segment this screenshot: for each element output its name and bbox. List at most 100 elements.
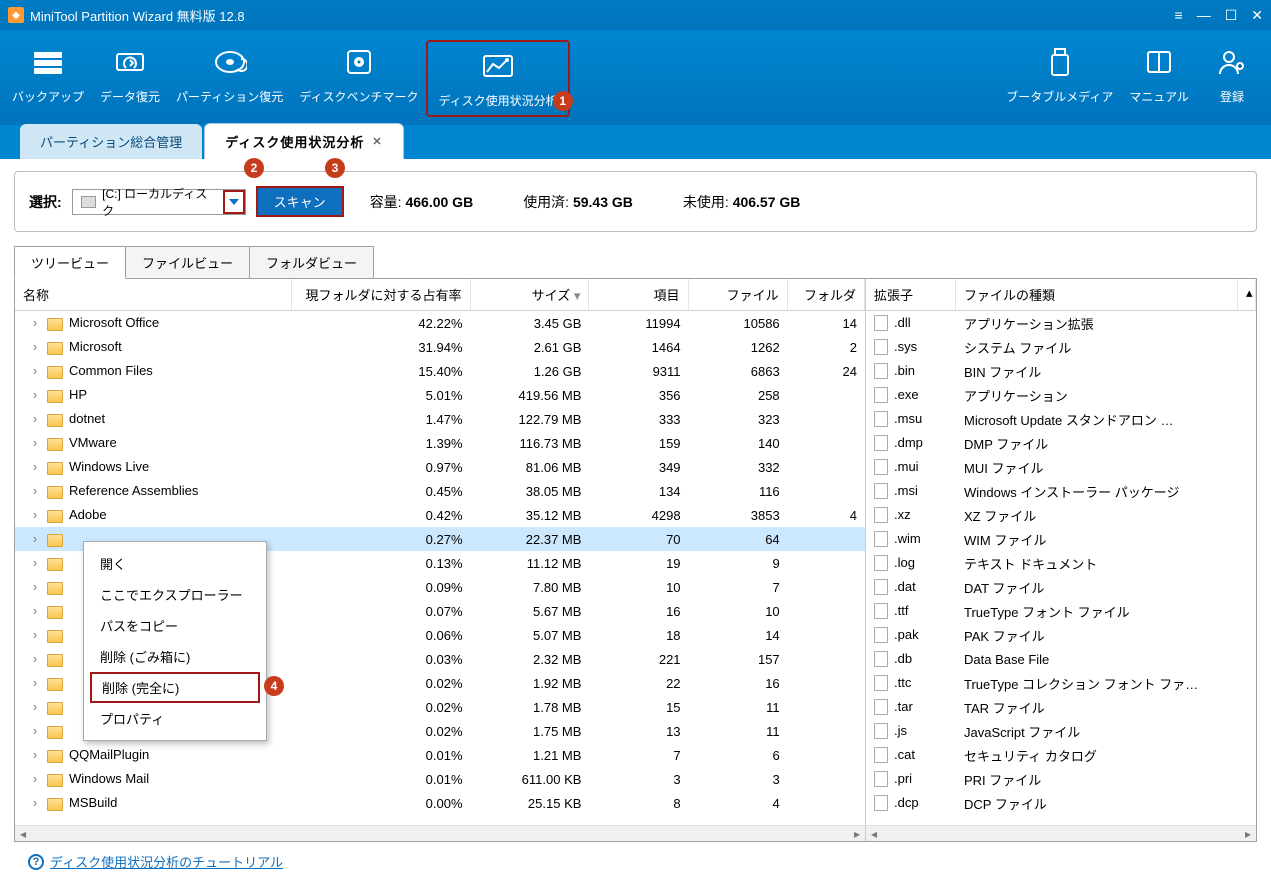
- context-menu-item[interactable]: ここでエクスプローラー: [84, 579, 266, 610]
- expand-icon[interactable]: ›: [23, 699, 47, 714]
- ext-row[interactable]: .xzXZ ファイル: [866, 503, 1256, 527]
- tab-space-analyzer[interactable]: ディスク使用状況分析 ✕: [204, 123, 403, 159]
- col-folders[interactable]: フォルダ: [788, 279, 865, 310]
- ext-scroll-up-icon[interactable]: ▴: [1238, 279, 1256, 310]
- ext-row[interactable]: .pakPAK ファイル: [866, 623, 1256, 647]
- partition-recovery-button[interactable]: パーティション復元: [168, 40, 291, 117]
- view-tab-file[interactable]: ファイルビュー: [125, 246, 250, 279]
- data-recovery-button[interactable]: データ復元: [92, 40, 168, 117]
- tree-hscrollbar[interactable]: ◂ ▸: [15, 825, 865, 841]
- benchmark-button[interactable]: ディスクベンチマーク: [291, 40, 426, 117]
- tree-row[interactable]: ›Adobe0.42%35.12 MB429838534: [15, 503, 865, 527]
- expand-icon[interactable]: ›: [23, 555, 47, 570]
- expand-icon[interactable]: ›: [23, 723, 47, 738]
- ext-row[interactable]: .exeアプリケーション: [866, 383, 1256, 407]
- expand-icon[interactable]: ›: [23, 603, 47, 618]
- tree-row[interactable]: ›MSBuild0.00%25.15 KB84: [15, 791, 865, 815]
- expand-icon[interactable]: ›: [23, 627, 47, 642]
- expand-icon[interactable]: ›: [23, 339, 47, 354]
- tree-row[interactable]: ›Microsoft31.94%2.61 GB146412622: [15, 335, 865, 359]
- ext-row[interactable]: .datDAT ファイル: [866, 575, 1256, 599]
- tree-row[interactable]: ›Reference Assemblies0.45%38.05 MB134116: [15, 479, 865, 503]
- tree-row[interactable]: ›Windows Mail0.01%611.00 KB33: [15, 767, 865, 791]
- context-menu-item[interactable]: パスをコピー: [84, 610, 266, 641]
- tree-row[interactable]: ›dotnet1.47%122.79 MB333323: [15, 407, 865, 431]
- ext-row[interactable]: .tarTAR ファイル: [866, 695, 1256, 719]
- expand-icon[interactable]: ›: [23, 411, 47, 426]
- tree-row[interactable]: ›Windows Live0.97%81.06 MB349332: [15, 455, 865, 479]
- space-analyzer-button[interactable]: ディスク使用状況分析 1: [426, 40, 569, 117]
- manual-button[interactable]: マニュアル: [1121, 40, 1197, 117]
- ext-row[interactable]: .catセキュリティ カタログ: [866, 743, 1256, 767]
- tree-body[interactable]: ›Microsoft Office42.22%3.45 GB1199410586…: [15, 311, 865, 825]
- expand-icon[interactable]: ›: [23, 747, 47, 762]
- ext-body[interactable]: .dllアプリケーション拡張.sysシステム ファイル.binBIN ファイル.…: [866, 311, 1256, 825]
- col-percent[interactable]: 現フォルダに対する占有率: [292, 279, 470, 310]
- tree-row[interactable]: ›HP5.01%419.56 MB356258: [15, 383, 865, 407]
- ext-row[interactable]: .msiWindows インストーラー パッケージ: [866, 479, 1256, 503]
- ext-row[interactable]: .ttfTrueType フォント ファイル: [866, 599, 1256, 623]
- expand-icon[interactable]: ›: [23, 387, 47, 402]
- scroll-left-icon[interactable]: ◂: [15, 826, 31, 841]
- context-menu-item[interactable]: 開く: [84, 548, 266, 579]
- ext-row[interactable]: .logテキスト ドキュメント: [866, 551, 1256, 575]
- tree-row[interactable]: ›Microsoft Office42.22%3.45 GB1199410586…: [15, 311, 865, 335]
- expand-icon[interactable]: ›: [23, 795, 47, 810]
- ext-row[interactable]: .dbData Base File: [866, 647, 1256, 671]
- col-size[interactable]: サイズ ▾: [471, 279, 590, 310]
- ext-hscrollbar[interactable]: ◂ ▸: [866, 825, 1256, 841]
- expand-icon[interactable]: ›: [23, 435, 47, 450]
- menu-icon[interactable]: ≡: [1175, 7, 1183, 24]
- ext-row[interactable]: .sysシステム ファイル: [866, 335, 1256, 359]
- ext-row[interactable]: .dmpDMP ファイル: [866, 431, 1256, 455]
- expand-icon[interactable]: ›: [23, 675, 47, 690]
- col-filetype[interactable]: ファイルの種類: [956, 279, 1238, 310]
- expand-icon[interactable]: ›: [23, 579, 47, 594]
- scan-button[interactable]: スキャン: [256, 186, 344, 217]
- expand-icon[interactable]: ›: [23, 363, 47, 378]
- context-menu-item[interactable]: 削除 (ごみ箱に): [84, 641, 266, 672]
- expand-icon[interactable]: ›: [23, 651, 47, 666]
- ext-row[interactable]: .dllアプリケーション拡張: [866, 311, 1256, 335]
- view-tab-folder[interactable]: フォルダビュー: [249, 246, 374, 279]
- expand-icon[interactable]: ›: [23, 771, 47, 786]
- col-name[interactable]: 名称: [15, 279, 292, 310]
- expand-icon[interactable]: ›: [23, 483, 47, 498]
- scroll-left-icon[interactable]: ◂: [866, 826, 882, 841]
- ext-row[interactable]: .dcpDCP ファイル: [866, 791, 1256, 815]
- folder-icon: [47, 486, 63, 499]
- col-items[interactable]: 項目: [589, 279, 688, 310]
- tab-partition-management[interactable]: パーティション総合管理: [20, 124, 202, 159]
- ext-row[interactable]: .binBIN ファイル: [866, 359, 1256, 383]
- ext-row[interactable]: .msuMicrosoft Update スタンドアロン …: [866, 407, 1256, 431]
- maximize-icon[interactable]: ☐: [1225, 7, 1238, 24]
- scroll-right-icon[interactable]: ▸: [849, 826, 865, 841]
- disk-select[interactable]: [C:] ローカルディスク: [72, 189, 246, 215]
- ext-row[interactable]: .jsJavaScript ファイル: [866, 719, 1256, 743]
- ext-row[interactable]: .priPRI ファイル: [866, 767, 1256, 791]
- close-icon[interactable]: ✕: [1251, 7, 1263, 24]
- ext-row[interactable]: .ttcTrueType コレクション フォント ファ…: [866, 671, 1256, 695]
- col-files[interactable]: ファイル: [689, 279, 788, 310]
- expand-icon[interactable]: ›: [23, 459, 47, 474]
- expand-icon[interactable]: ›: [23, 315, 47, 330]
- register-button[interactable]: 登録: [1197, 40, 1267, 117]
- view-tab-tree[interactable]: ツリービュー: [14, 246, 126, 279]
- backup-button[interactable]: バックアップ: [4, 40, 92, 117]
- expand-icon[interactable]: ›: [23, 531, 47, 546]
- minimize-icon[interactable]: —: [1197, 7, 1211, 24]
- col-extension[interactable]: 拡張子: [866, 279, 956, 310]
- tab-close-icon[interactable]: ✕: [372, 135, 382, 148]
- context-menu-item[interactable]: プロパティ: [84, 703, 266, 734]
- bootable-media-button[interactable]: ブータブルメディア: [998, 40, 1121, 117]
- expand-icon[interactable]: ›: [23, 507, 47, 522]
- ext-row[interactable]: .wimWIM ファイル: [866, 527, 1256, 551]
- tutorial-link[interactable]: ディスク使用状況分析のチュートリアル: [50, 852, 283, 871]
- ext-row[interactable]: .muiMUI ファイル: [866, 455, 1256, 479]
- context-menu-item[interactable]: 削除 (完全に)4: [90, 672, 260, 703]
- tree-row[interactable]: ›Common Files15.40%1.26 GB9311686324: [15, 359, 865, 383]
- tree-row[interactable]: ›VMware1.39%116.73 MB159140: [15, 431, 865, 455]
- scroll-right-icon[interactable]: ▸: [1240, 826, 1256, 841]
- disk-dropdown-arrow[interactable]: [223, 190, 245, 214]
- tree-row[interactable]: ›QQMailPlugin0.01%1.21 MB76: [15, 743, 865, 767]
